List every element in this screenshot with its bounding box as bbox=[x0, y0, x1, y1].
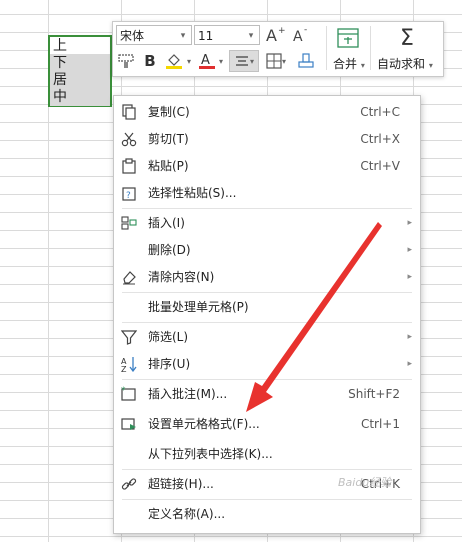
watermark: Baidu经验 bbox=[338, 476, 392, 489]
annotation-arrow bbox=[246, 222, 382, 412]
